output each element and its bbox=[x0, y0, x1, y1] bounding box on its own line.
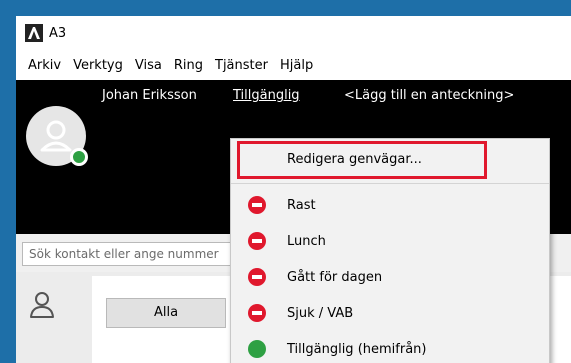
status-item-lunch[interactable]: Lunch bbox=[231, 225, 549, 257]
status-item-label: Sjuk / VAB bbox=[287, 305, 354, 321]
app-logo-icon bbox=[25, 24, 43, 42]
contacts-icon[interactable] bbox=[28, 290, 56, 320]
busy-status-icon bbox=[248, 304, 266, 322]
add-note-link[interactable]: <Lägg till en anteckning> bbox=[344, 88, 514, 103]
menu-visa[interactable]: Visa bbox=[129, 58, 168, 73]
menu-separator bbox=[231, 183, 549, 184]
status-dropdown[interactable]: Tillgänglig bbox=[233, 88, 300, 103]
status-item-gatt-for-dagen[interactable]: Gått för dagen bbox=[231, 261, 549, 293]
menu-tjanster[interactable]: Tjänster bbox=[209, 58, 274, 73]
menu-verktyg[interactable]: Verktyg bbox=[67, 58, 129, 73]
status-item-label: Lunch bbox=[287, 233, 326, 249]
title-bar: A3 bbox=[16, 16, 571, 50]
status-item-label: Gått för dagen bbox=[287, 269, 383, 285]
status-item-sjuk-vab[interactable]: Sjuk / VAB bbox=[231, 297, 549, 329]
status-item-label: Tillgänglig (hemifrån) bbox=[287, 341, 427, 357]
highlight-box bbox=[237, 141, 487, 179]
side-panel bbox=[16, 272, 92, 363]
menu-arkiv[interactable]: Arkiv bbox=[22, 58, 67, 73]
menu-ring[interactable]: Ring bbox=[168, 58, 209, 73]
status-item-rast[interactable]: Rast bbox=[231, 189, 549, 221]
window-title: A3 bbox=[49, 25, 67, 41]
status-item-tillganglig-hemifran[interactable]: Tillgänglig (hemifrån) bbox=[231, 333, 549, 363]
status-context-menu: Redigera genvägar... Rast Lunch Gått för… bbox=[230, 138, 550, 363]
user-name: Johan Eriksson bbox=[102, 88, 197, 103]
busy-status-icon bbox=[248, 268, 266, 286]
menu-bar: Arkiv Verktyg Visa Ring Tjänster Hjälp bbox=[16, 50, 571, 80]
busy-status-icon bbox=[248, 196, 266, 214]
tab-all[interactable]: Alla bbox=[106, 298, 226, 328]
status-item-label: Rast bbox=[287, 197, 316, 213]
presence-indicator bbox=[70, 148, 88, 166]
busy-status-icon bbox=[248, 232, 266, 250]
menu-hjalp[interactable]: Hjälp bbox=[274, 58, 319, 73]
available-status-icon bbox=[248, 340, 266, 358]
